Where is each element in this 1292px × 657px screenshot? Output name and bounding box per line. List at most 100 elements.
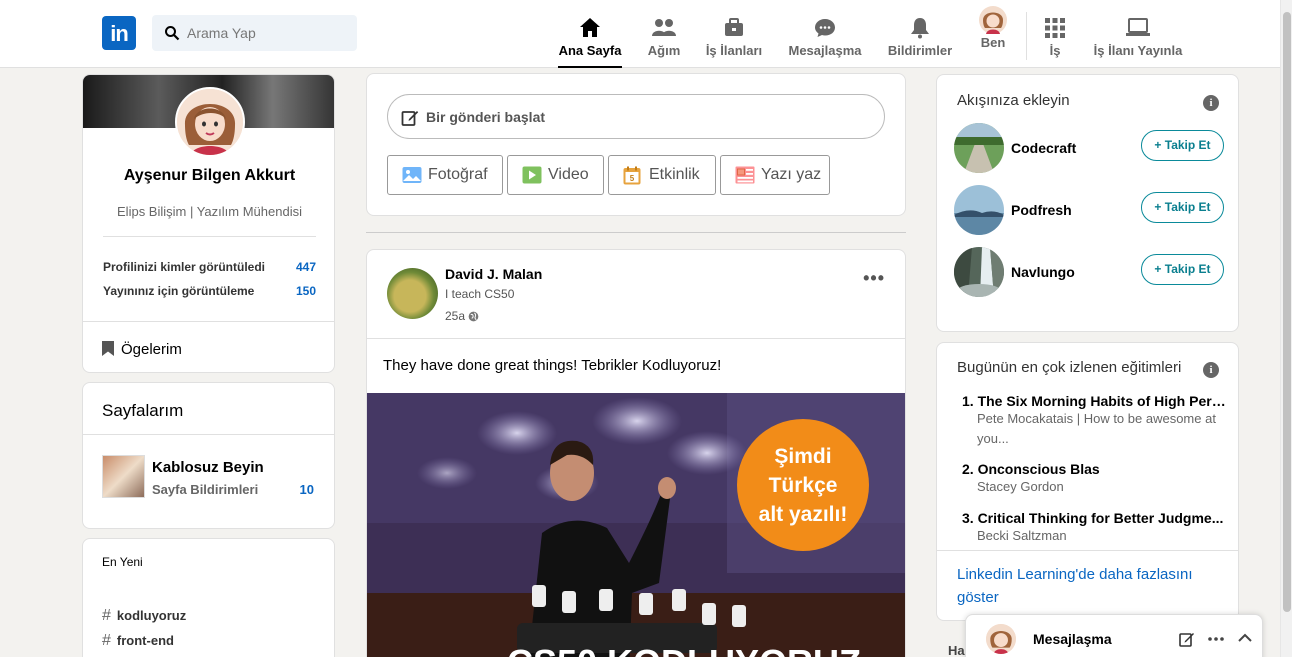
my-pages-card: Sayfalarım Kablosuz Beyin Sayfa Bildirim… <box>82 382 335 529</box>
saved-items-link[interactable]: Ögelerim <box>101 340 182 358</box>
bookmark-icon <box>102 341 114 356</box>
page-scrollbar[interactable] <box>1280 0 1292 657</box>
author-avatar[interactable] <box>387 268 438 319</box>
stat-value: 447 <box>295 260 316 274</box>
home-icon <box>580 18 600 37</box>
stat-value: 150 <box>295 284 316 298</box>
search-input[interactable] <box>187 23 347 43</box>
follow-button[interactable]: + Takip Et <box>1141 130 1224 161</box>
hashtag-icon: # <box>102 632 111 649</box>
nav-messaging[interactable]: Mesajlaşma <box>787 16 863 60</box>
follow-suggestion: Codecraft + Takip Et <box>954 123 1224 173</box>
photo-label: Fotoğraf <box>428 166 488 183</box>
suggestion-name[interactable]: Codecraft <box>1011 140 1076 156</box>
divider <box>83 321 334 322</box>
top-navigation: in Ana Sayfa Ağım İş İlanları Mesajlaşma… <box>0 0 1280 68</box>
scrollbar-thumb[interactable] <box>1283 12 1291 612</box>
avatar-illustration <box>177 89 243 155</box>
feed-separator <box>366 232 906 233</box>
suggestion-avatar[interactable] <box>954 247 1004 297</box>
post-image[interactable]: Şimdi Türkçe alt yazılı! CS50 KODLUYORUZ <box>367 393 905 657</box>
nav-work[interactable]: İş <box>1043 16 1067 60</box>
image-bottom-text: CS50 KODLUYORUZ <box>507 642 861 657</box>
nav-jobs-label: İş İlanları <box>705 43 763 58</box>
messaging-title: Mesajlaşma <box>1033 631 1112 647</box>
more-icon[interactable] <box>1208 637 1224 641</box>
event-label: Etkinlik <box>649 166 700 183</box>
stat-profile-views[interactable]: Profilinizi kimler görüntüledi 447 <box>103 260 316 274</box>
info-icon[interactable]: i <box>1203 95 1219 111</box>
suggestion-name[interactable]: Podfresh <box>1011 202 1072 218</box>
avatar <box>979 6 1007 34</box>
road-photo <box>954 123 1004 173</box>
page-name[interactable]: Kablosuz Beyin <box>152 459 264 476</box>
stat-label: Profilinizi kimler görüntüledi <box>103 260 266 274</box>
photo-button[interactable]: Fotoğraf <box>387 155 503 195</box>
nav-network-label: Ağım <box>647 43 681 58</box>
post-time: 25a <box>445 309 479 323</box>
nav-home[interactable]: Ana Sayfa <box>558 16 622 68</box>
post-menu-button[interactable]: ••• <box>863 268 885 289</box>
write-article-button[interactable]: Yazı yaz <box>720 155 830 195</box>
suggestion-avatar[interactable] <box>954 185 1004 235</box>
course-item[interactable]: 1. The Six Morning Habits of High Perf..… <box>962 393 1232 449</box>
lake-photo <box>954 185 1004 235</box>
hashtag-link[interactable]: # front-end <box>102 632 174 650</box>
page-notifications-label[interactable]: Sayfa Bildirimleri <box>152 482 258 497</box>
course-author: Stacey Gordon <box>977 479 1064 494</box>
profile-avatar[interactable] <box>175 87 245 157</box>
stat-post-views[interactable]: Yayınınız için görüntüleme 150 <box>103 284 316 298</box>
hashtag-label: front-end <box>116 633 174 648</box>
compose-icon[interactable] <box>1179 631 1195 647</box>
bell-icon <box>911 18 929 39</box>
hashtag-label: kodluyoruz <box>116 608 187 623</box>
hashtag-icon: # <box>102 607 111 624</box>
edit-icon <box>401 111 419 126</box>
follow-button[interactable]: + Takip Et <box>1141 254 1224 285</box>
page-thumbnail[interactable] <box>102 455 145 498</box>
grid-icon <box>1045 18 1065 38</box>
author-name[interactable]: David J. Malan <box>445 266 542 282</box>
messaging-overlay[interactable]: Mesajlaşma <box>965 614 1263 657</box>
feed-post: David J. Malan I teach CS50 25a ••• They… <box>366 249 906 657</box>
divider <box>937 550 1238 551</box>
nav-divider <box>1026 12 1027 60</box>
start-post-button[interactable]: Bir gönderi başlat <box>387 94 885 139</box>
nav-me[interactable]: Ben <box>978 6 1008 50</box>
course-item[interactable]: 3. Critical Thinking for Better Judgme..… <box>962 510 1232 546</box>
nav-messaging-label: Mesajlaşma <box>788 43 862 58</box>
info-icon[interactable]: i <box>1203 362 1219 378</box>
recent-card: En Yeni # kodluyoruz # front-end <box>82 538 335 657</box>
follow-suggestion: Podfresh + Takip Et <box>954 185 1224 235</box>
article-icon <box>735 166 755 184</box>
write-article-label: Yazı yaz <box>761 166 822 183</box>
stage-photo: Şimdi Türkçe alt yazılı! CS50 KODLUYORUZ <box>367 393 905 657</box>
suggestion-name[interactable]: Navlungo <box>1011 264 1075 280</box>
divider <box>367 338 905 339</box>
saved-items-label: Ögelerim <box>121 341 182 358</box>
nav-post-job[interactable]: İş İlanı Yayınla <box>1092 16 1184 60</box>
suggestion-avatar[interactable] <box>954 123 1004 173</box>
course-title: 2. Onconscious Blas <box>962 461 1100 477</box>
follow-button[interactable]: + Takip Et <box>1141 192 1224 223</box>
avatar <box>986 624 1016 654</box>
video-icon <box>522 166 542 184</box>
event-button[interactable]: 5 Etkinlik <box>608 155 716 195</box>
nav-notifications-label: Bildirimler <box>887 43 953 58</box>
course-item[interactable]: 2. Onconscious Blas Stacey Gordon <box>962 461 1232 497</box>
add-to-feed-title: Akışınıza ekleyin <box>957 92 1070 109</box>
profile-name[interactable]: Ayşenur Bilgen Akkurt <box>83 167 334 185</box>
nav-jobs[interactable]: İş İlanları <box>705 16 763 60</box>
video-button[interactable]: Video <box>507 155 604 195</box>
video-label: Video <box>548 166 589 183</box>
nav-network[interactable]: Ağım <box>644 16 684 60</box>
search-box[interactable] <box>152 15 357 51</box>
learning-more-link[interactable]: Linkedin Learning'de daha fazlasını göst… <box>957 563 1217 609</box>
hashtag-link[interactable]: # kodluyoruz <box>102 607 186 625</box>
start-post-label: Bir gönderi başlat <box>426 109 546 125</box>
chevron-up-icon[interactable] <box>1238 633 1252 643</box>
linkedin-logo-icon[interactable]: in <box>102 16 136 50</box>
nav-notifications[interactable]: Bildirimler <box>887 16 953 60</box>
search-icon <box>165 26 180 41</box>
people-icon <box>652 19 676 36</box>
